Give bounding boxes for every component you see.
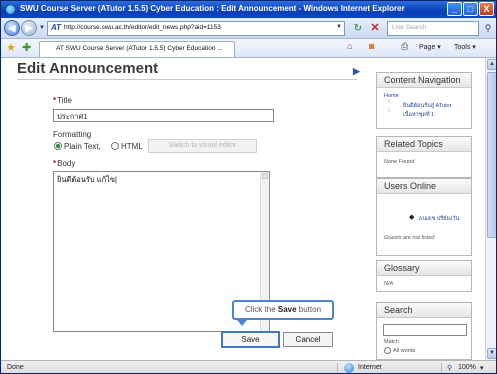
guests-text: Guests are not listed (384, 235, 435, 241)
search-header[interactable]: Search (377, 303, 471, 318)
feeds-icon[interactable]: ◙ (369, 41, 374, 51)
browser-window: SWU Course Server (ATutor 1.5.5) Cyber E… (0, 0, 497, 374)
internet-explorer-icon (5, 4, 16, 15)
minimize-button[interactable]: _ (447, 2, 462, 16)
close-button[interactable]: X (479, 2, 494, 16)
address-url[interactable]: http://course.swu.ac.th/editor/edit_news… (64, 24, 221, 31)
glossary-text: N/A (384, 281, 394, 287)
status-separator (337, 363, 338, 373)
required-icon: * (53, 96, 57, 105)
maximize-button[interactable]: □ (463, 2, 478, 16)
tab-toolbar: ★ ✚ AT SWU Course Server (ATutor 1.5.5) … (1, 39, 496, 58)
address-dropdown-icon[interactable]: ▼ (336, 24, 342, 30)
all-words-label: All words (393, 348, 416, 354)
search-icon[interactable]: ⚲ (482, 22, 494, 34)
zoom-level[interactable]: 100% (458, 364, 476, 371)
home-icon[interactable]: ⌂ (347, 41, 352, 51)
content-navigation-box: Content Navigation Home └ ยินดีต้อนรับสู… (376, 72, 472, 129)
status-separator (441, 363, 442, 373)
nav-item-welcome[interactable]: ยินดีต้อนรับสู่ ATutor (403, 102, 451, 110)
window-title: SWU Course Server (ATutor 1.5.5) Cyber E… (20, 4, 405, 13)
address-toolbar: ◀ ▶ ▼ AT http://course.swu.ac.th/editor/… (1, 18, 496, 39)
callout-pointer (237, 320, 247, 326)
users-online-box: Users Online ◆ ธนเดช ปรีย์ยงวัน Guests a… (376, 178, 472, 256)
scroll-up-icon[interactable] (262, 173, 268, 179)
callout-suffix: button (296, 305, 322, 314)
switch-visual-editor-button: Switch to visual editor (148, 139, 257, 153)
content-navigation-header[interactable]: Content Navigation (377, 73, 471, 88)
browser-tab[interactable]: AT SWU Course Server (ATutor 1.5.5) Cybe… (39, 41, 235, 57)
scroll-up-icon[interactable]: ▲ (487, 59, 496, 70)
stop-icon[interactable]: ✕ (368, 22, 382, 35)
status-bar: Done Internet ⚲ 100% ▾ (1, 360, 496, 373)
status-text: Done (7, 364, 24, 371)
all-words-radio[interactable] (384, 347, 391, 354)
scroll-thumb[interactable] (487, 72, 496, 238)
title-input[interactable]: ประกาศ1 (53, 109, 274, 122)
internet-zone-icon (344, 363, 354, 373)
live-search-input[interactable]: Live Search (387, 21, 479, 36)
tree-line-icon: └ (387, 100, 391, 106)
search-placeholder: Live Search (392, 24, 427, 31)
body-text: ยินดีต้อนรับ แก้ไข| (57, 175, 117, 184)
add-favorites-icon[interactable]: ✚ (22, 42, 31, 54)
scroll-down-icon[interactable]: ▼ (487, 348, 496, 359)
required-icon: * (53, 159, 57, 168)
refresh-icon[interactable]: ↻ (351, 22, 365, 35)
glossary-box: Glossary N/A (376, 260, 472, 292)
site-favicon: AT (51, 23, 62, 32)
forward-icon[interactable]: ▶ (21, 20, 37, 36)
body-label: *Body (53, 159, 75, 168)
favorites-star-icon[interactable]: ★ (6, 42, 16, 54)
zoom-dropdown-icon[interactable]: ▾ (480, 364, 484, 372)
title-bar: SWU Course Server (ATutor 1.5.5) Cyber E… (1, 1, 496, 18)
match-label: Match (384, 339, 399, 345)
title-label-text: Title (57, 96, 72, 105)
related-topics-header[interactable]: Related Topics (377, 137, 471, 152)
plain-text-radio[interactable] (54, 142, 62, 150)
nav-item-content-1[interactable]: เนื้อหาชุดที่ 1 (403, 111, 434, 119)
tools-menu[interactable]: Tools ▾ (454, 43, 476, 51)
related-topics-text: None Found (384, 159, 415, 165)
online-user-link[interactable]: ธนเดช ปรีย์ยงวัน (419, 215, 459, 223)
tab-title: AT SWU Course Server (ATutor 1.5.5) Cybe… (56, 45, 223, 52)
callout-prefix: Click the (244, 305, 278, 314)
page-menu[interactable]: Page ▾ (419, 43, 441, 51)
title-label: *Title (53, 96, 72, 105)
history-dropdown-icon[interactable]: ▼ (39, 25, 45, 31)
back-icon[interactable]: ◀ (4, 20, 20, 36)
save-button[interactable]: Save (221, 331, 280, 348)
title-divider (17, 79, 357, 80)
plain-text-label: Plain Text, (64, 142, 101, 151)
page-title: Edit Announcement (17, 60, 159, 77)
collapse-sidebar-icon[interactable]: ▶ (353, 66, 360, 77)
tree-line-icon: └ (387, 109, 391, 115)
html-radio[interactable] (111, 142, 119, 150)
sidebar-search-input[interactable] (383, 324, 467, 336)
user-icon: ◆ (409, 214, 415, 221)
print-icon[interactable]: ⎙ (401, 41, 408, 52)
security-zone-text: Internet (358, 364, 382, 371)
address-bar[interactable]: AT http://course.swu.ac.th/editor/edit_n… (47, 21, 345, 36)
formatting-label: Formatting (53, 130, 92, 139)
users-online-header[interactable]: Users Online (377, 179, 471, 194)
nav-home-link[interactable]: Home (384, 93, 399, 99)
page-content: Edit Announcement ▶ *Title ประกาศ1 Forma… (1, 58, 485, 360)
glossary-header[interactable]: Glossary (377, 261, 471, 276)
html-label: HTML (121, 142, 143, 151)
search-box: Search Match All words (376, 302, 472, 360)
instruction-callout: Click the Save button (232, 300, 334, 320)
zoom-icon[interactable]: ⚲ (447, 364, 452, 372)
cancel-button[interactable]: Cancel (283, 332, 333, 347)
related-topics-box: Related Topics None Found (376, 136, 472, 178)
callout-bold: Save (277, 305, 297, 314)
body-label-text: Body (57, 159, 76, 168)
page-scrollbar[interactable]: ▲ ▼ (485, 58, 496, 360)
